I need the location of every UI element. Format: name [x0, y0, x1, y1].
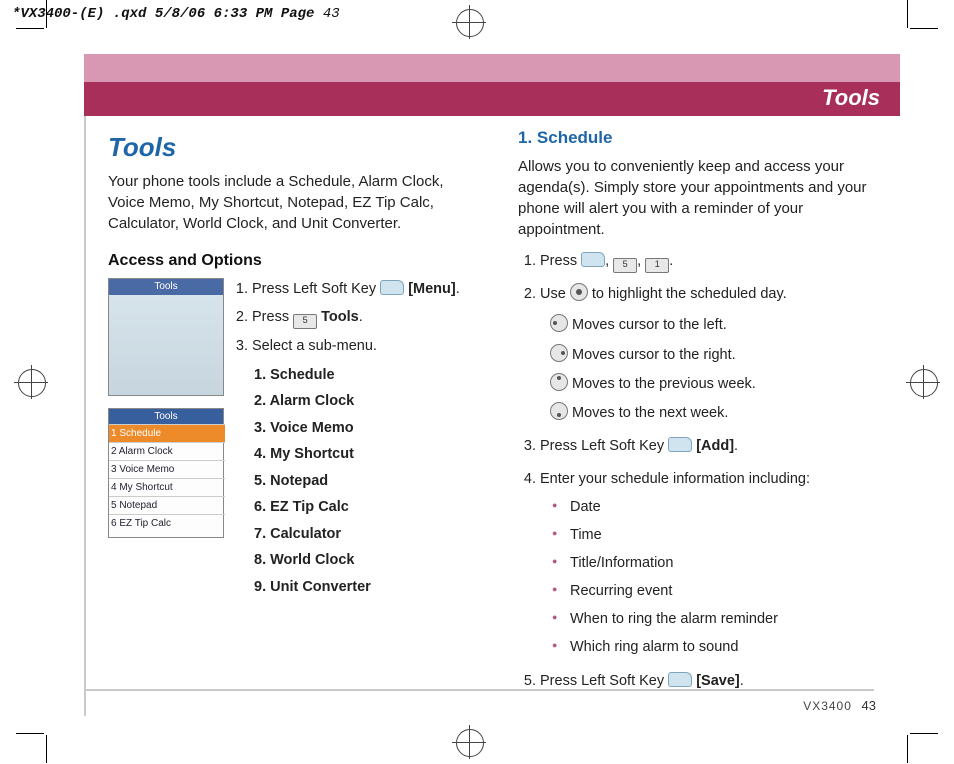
footer-model: VX3400 — [803, 699, 852, 713]
crop-mark — [907, 0, 908, 28]
screenshot-titlebar: Tools — [109, 409, 223, 424]
screenshot-row: 6 EZ Tip Calc — [109, 514, 225, 533]
screenshot-row: 2 Alarm Clock — [109, 442, 225, 461]
submenu-item: 7. Calculator — [254, 523, 484, 545]
nav-down-icon — [550, 402, 568, 420]
section-title-bar: Tools — [84, 82, 900, 116]
left-soft-key-icon — [581, 252, 605, 267]
right-column: 1. Schedule Allows you to conveniently k… — [518, 128, 894, 703]
sched-step-1: Press , 5, 1. — [540, 250, 894, 273]
header-page: 43 — [323, 6, 340, 22]
step-2: Press 5 Tools. — [252, 306, 484, 329]
crop-mark — [910, 28, 938, 29]
bullet: Recurring event — [552, 580, 894, 603]
nav-directions: Moves cursor to the left. Moves cursor t… — [550, 314, 894, 425]
schedule-heading: 1. Schedule — [518, 128, 894, 148]
crop-mark — [46, 0, 47, 28]
registration-mark-icon — [14, 365, 48, 399]
nav-key-icon — [570, 283, 588, 301]
page-footer: VX3400 43 — [803, 698, 876, 713]
screenshot-column: Tools Tools 1 Schedule 2 Alarm Clock 3 V… — [108, 278, 224, 602]
submenu-item: 3. Voice Memo — [254, 417, 484, 439]
submenu-item: 5. Notepad — [254, 470, 484, 492]
sched-step-2: Use to highlight the scheduled day. Move… — [540, 283, 894, 425]
access-steps: Press Left Soft Key [Menu]. Press 5 Tool… — [234, 278, 484, 602]
screenshot-row: 5 Notepad — [109, 496, 225, 515]
registration-mark-icon — [452, 5, 486, 39]
screenshot-row: 1 Schedule — [109, 424, 225, 443]
submenu-item: 8. World Clock — [254, 549, 484, 571]
left-soft-key-icon — [668, 672, 692, 687]
tools-grid-screenshot: Tools — [108, 278, 224, 396]
left-soft-key-icon — [380, 280, 404, 295]
section-title: Tools — [822, 85, 880, 111]
bullet: When to ring the alarm reminder — [552, 608, 894, 631]
sched-step-4: Enter your schedule information includin… — [540, 468, 894, 659]
key-5-icon: 5 — [613, 258, 637, 273]
nav-right-icon — [550, 344, 568, 362]
registration-mark-icon — [452, 725, 486, 759]
page-content: Tools Your phone tools include a Schedul… — [108, 128, 894, 703]
footer-page-number: 43 — [862, 698, 876, 713]
subheading-access: Access and Options — [108, 252, 484, 270]
left-soft-key-icon — [668, 437, 692, 452]
schedule-intro: Allows you to conveniently keep and acce… — [518, 156, 894, 240]
bullet: Title/Information — [552, 552, 894, 575]
step-3: Select a sub-menu. — [252, 335, 484, 357]
header-bold: *VX3400-(E) .qxd 5/8/06 6:33 PM Page — [12, 6, 314, 22]
margin-rule-vertical — [84, 116, 86, 716]
left-column: Tools Your phone tools include a Schedul… — [108, 128, 484, 703]
submenu-item: 2. Alarm Clock — [254, 390, 484, 412]
sched-step-3: Press Left Soft Key [Add]. — [540, 435, 894, 458]
page-heading: Tools — [108, 132, 484, 163]
bullet: Time — [552, 524, 894, 547]
key-5-icon: 5 — [293, 314, 317, 329]
screenshot-titlebar: Tools — [109, 279, 223, 295]
sched-step-5: Press Left Soft Key [Save]. — [540, 670, 894, 693]
registration-mark-icon — [906, 365, 940, 399]
bullet: Date — [552, 496, 894, 519]
crop-mark — [46, 735, 47, 763]
submenu-item: 4. My Shortcut — [254, 443, 484, 465]
key-1-icon: 1 — [645, 258, 669, 273]
screenshot-row: 4 My Shortcut — [109, 478, 225, 497]
nav-up-icon — [550, 373, 568, 391]
submenu-list: 1. Schedule 2. Alarm Clock 3. Voice Memo… — [254, 364, 484, 598]
crop-mark — [907, 735, 908, 763]
submenu-item: 1. Schedule — [254, 364, 484, 386]
screenshot-row: 3 Voice Memo — [109, 460, 225, 479]
submenu-item: 9. Unit Converter — [254, 576, 484, 598]
crop-mark — [16, 733, 44, 734]
submenu-item: 6. EZ Tip Calc — [254, 496, 484, 518]
tools-list-screenshot: Tools 1 Schedule 2 Alarm Clock 3 Voice M… — [108, 408, 224, 538]
schedule-fields: Date Time Title/Information Recurring ev… — [552, 496, 894, 660]
nav-left-icon — [550, 314, 568, 332]
crop-mark — [910, 733, 938, 734]
step-1: Press Left Soft Key [Menu]. — [252, 278, 484, 300]
crop-mark — [16, 28, 44, 29]
bullet: Which ring alarm to sound — [552, 636, 894, 659]
intro-text: Your phone tools include a Schedule, Ala… — [108, 171, 484, 234]
